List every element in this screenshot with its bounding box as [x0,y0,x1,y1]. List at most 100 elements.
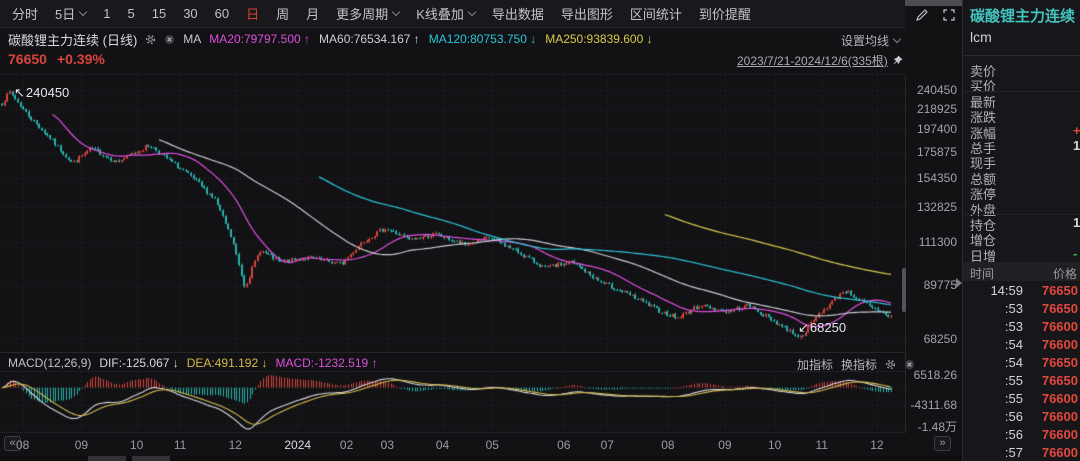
tick-price: 76600 [1042,409,1078,424]
period-button-10[interactable]: 更多周期 [336,4,399,23]
fullscreen-icon[interactable] [942,8,956,22]
tick-row-5: :55 76650 [963,371,1080,389]
arrow-down-left-icon: ↙ [798,320,809,335]
time-axis-divider [0,432,905,433]
period-button-6[interactable]: 60 [215,6,229,21]
price-axis-tick: 240450 [907,83,957,97]
tick-row-9: :5776600 [963,443,1080,461]
period-button-label: 5 [127,6,134,21]
tick-time: :56 [963,409,1023,424]
trading-terminal: 分时5日15153060日周月更多周期K线叠加导出数据导出图形区间统计到价提醒 … [0,0,1080,461]
date-range-button[interactable]: 2023/7/21-2024/12/6(335根) [737,52,903,69]
period-button-label: 导出数据 [492,4,544,23]
time-axis-label: 10 [130,438,143,452]
pin-icon [892,55,903,66]
quote-group-separator [963,214,1080,215]
quote-group-separator [963,91,1080,92]
bottom-strip-rect [88,456,126,461]
tick-row-4: :5476650 [963,353,1080,371]
period-toolbar: 分时5日15153060日周月更多周期K线叠加导出数据导出图形区间统计到价提醒 [0,0,905,28]
price-axis-tick: 218925 [907,102,957,116]
period-button-15[interactable]: 到价提醒 [699,4,751,23]
tick-price: 76650 [1042,355,1078,370]
tick-price: 76650 [1042,283,1078,298]
tick-row-0: 14:5976650 [963,281,1080,299]
chevron-down-icon [79,8,87,16]
ma-settings-button[interactable]: 设置均线 [841,32,900,49]
ma-value-3: MA250:93839.600 ↓ [545,32,652,46]
period-button-4[interactable]: 15 [152,6,166,21]
tick-time: :55 [963,373,1023,388]
price-axis-tick: 197400 [907,122,957,136]
tick-time-header: 时间 [970,265,994,282]
period-button-5[interactable]: 30 [183,6,197,21]
tick-price: 76600 [1042,445,1078,460]
annotation-high-value: 240450 [26,85,69,100]
quote-panel-code: lcm [970,29,992,45]
quote-row-value: 1 [1073,138,1080,153]
axis-scrollbar[interactable] [902,268,906,312]
scroll-right-button[interactable]: » [934,436,951,451]
time-axis-label: 10 [768,438,781,452]
period-button-7[interactable]: 日 [246,4,259,23]
period-button-label: 区间统计 [630,4,682,23]
period-button-label: 5日 [55,4,75,23]
period-button-label: 到价提醒 [699,4,751,23]
period-button-label: 周 [276,4,289,23]
quote-row-value: 1 [1073,215,1080,230]
macd-chart[interactable] [0,372,905,432]
period-button-3[interactable]: 5 [127,6,134,21]
time-axis-label: 04 [436,438,449,452]
tick-row-7: :56 76600 [963,407,1080,425]
panel-collapse-handle[interactable] [956,278,962,288]
price-axis-tick: 89775 [907,278,957,292]
period-button-11[interactable]: K线叠加 [416,4,475,23]
period-button-12[interactable]: 导出数据 [492,4,544,23]
macd-value-2: MACD:-1232.519 ↑ [275,356,377,370]
chevron-down-icon [893,35,901,43]
remove-indicator-icon[interactable] [164,34,175,45]
price-row: 76650 +0.39% [8,51,105,67]
candlestick-chart[interactable] [0,75,905,352]
time-axis-label: 05 [486,438,499,452]
period-button-14[interactable]: 区间统计 [630,4,682,23]
quote-row-0: 卖价 [963,60,1080,76]
macd-axis-label: -4311.68 [880,398,957,412]
period-button-label: 日 [246,4,259,23]
ma-value-0: MA20:79797.500 ↑ [209,32,310,46]
period-button-9[interactable]: 月 [306,4,319,23]
time-axis-label: 08 [661,438,674,452]
macd-separator [0,352,905,353]
tick-list-header: 时间 价格 [963,262,1080,281]
quote-row-value: - [1073,246,1077,261]
period-button-2[interactable]: 1 [103,6,110,21]
tick-row-3: :5476600 [963,335,1080,353]
time-axis-label: 11 [174,438,186,452]
annotation-high: ↖240450 [14,85,69,101]
quote-row-6: 现手 [963,152,1080,168]
instrument-title: 碳酸锂主力连续 (日线) [8,30,137,49]
tick-price: 76650 [1042,301,1078,316]
ma-value-2: MA120:80753.750 ↓ [429,32,536,46]
period-button-label: 月 [306,4,319,23]
tick-row-8: :5676600 [963,425,1080,443]
macd-value-0: DIF:-125.067 ↓ [99,356,178,370]
chart-header: 碳酸锂主力连续 (日线) MA MA20:79797.500 ↑MA60:765… [8,31,653,47]
period-button-0[interactable]: 分时 [12,4,38,23]
tick-time: :53 [963,319,1023,334]
period-button-13[interactable]: 导出图形 [561,4,613,23]
annotation-low-value: 68250 [810,320,846,335]
tick-price: 76600 [1042,337,1078,352]
period-button-8[interactable]: 周 [276,4,289,23]
period-button-label: 分时 [12,4,38,23]
price-axis-tick: 68250 [907,332,957,346]
macd-header: MACD(12,26,9) DIF:-125.067 ↓DEA:491.192 … [8,356,378,370]
tick-time: :55 [963,391,1023,406]
ma-settings-gear-icon[interactable] [145,34,156,45]
macd-values: DIF:-125.067 ↓DEA:491.192 ↓MACD:-1232.51… [99,356,377,370]
draw-tool-icon[interactable] [915,8,929,22]
period-button-1[interactable]: 5日 [55,4,86,23]
tick-price: 76650 [1042,373,1078,388]
price-axis-tick: 111300 [907,235,957,249]
time-axis-label: 03 [381,438,394,452]
